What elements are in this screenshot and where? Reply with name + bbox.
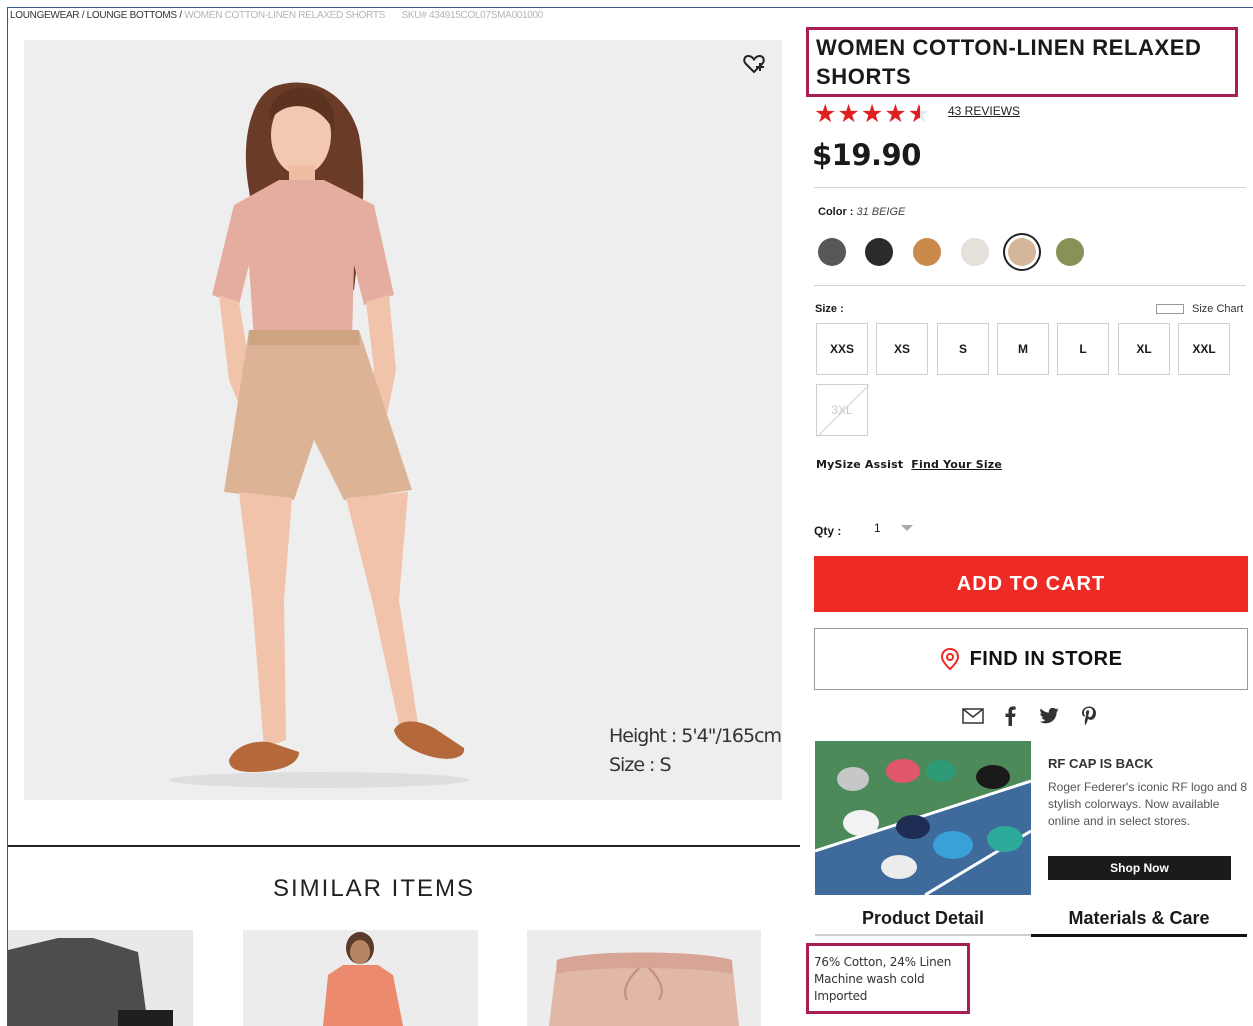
material-composition: 76% Cotton, 24% Linen <box>814 955 952 969</box>
breadcrumb-path[interactable]: LOUNGEWEAR / LOUNGE BOTTOMS / <box>10 10 182 21</box>
similar-item-2-image <box>323 932 403 1026</box>
mysize-assist: MySize Assist Find Your Size <box>816 458 1002 471</box>
size-xxl-button[interactable]: XXL <box>1178 323 1230 375</box>
color-label-text: Color : <box>818 206 854 218</box>
size-option-label: S <box>958 342 967 356</box>
model-photo <box>169 82 469 788</box>
price: $19.90 <box>812 138 921 172</box>
size-option-label: XXL <box>1192 342 1216 356</box>
divider <box>814 187 1246 188</box>
color-swatch-off-white[interactable] <box>961 238 989 266</box>
quantity-label: Qty : <box>814 524 842 538</box>
origin: Imported <box>814 989 868 1003</box>
care-instructions: Machine wash cold <box>814 972 925 986</box>
color-swatch-orange[interactable] <box>913 238 941 266</box>
similar-items-title: SIMILAR ITEMS <box>272 875 476 902</box>
location-pin-icon <box>940 647 959 671</box>
star-icon: ★ <box>860 99 884 128</box>
size-xs-button[interactable]: XS <box>876 323 928 375</box>
similar-item-3[interactable] <box>527 930 761 1026</box>
size-chart-link[interactable]: Size Chart <box>1156 303 1243 315</box>
unavailable-strike-icon <box>817 385 869 437</box>
model-height: Height : 5'4"/165cm <box>609 725 782 747</box>
tab-product-detail[interactable]: Product Detail <box>815 908 1031 936</box>
similar-item-2[interactable] <box>243 930 478 1026</box>
size-label: Size : <box>815 303 844 315</box>
shop-now-button[interactable]: Shop Now <box>1048 856 1231 880</box>
size-option-label: XXS <box>829 342 854 356</box>
color-swatch-dark-gray[interactable] <box>818 238 846 266</box>
divider <box>814 285 1246 286</box>
model-info: Height : 5'4"/165cm Size : S <box>609 722 782 780</box>
star-icon: ★ <box>884 99 907 128</box>
similar-item-1-image <box>8 938 173 1026</box>
breadcrumb-current: WOMEN COTTON-LINEN RELAXED SHORTS <box>184 10 386 21</box>
size-3xl-button: 3XL <box>816 384 869 437</box>
size-xxs-button[interactable]: XXS <box>816 323 868 375</box>
promo-image[interactable] <box>815 741 1031 895</box>
size-m-button[interactable]: M <box>997 323 1049 375</box>
quantity-select[interactable]: 1 <box>874 521 913 535</box>
model-size: Size : S <box>609 754 672 776</box>
size-l-button[interactable]: L <box>1057 323 1109 375</box>
ruler-icon <box>1156 304 1184 314</box>
sku-label: SKU# 434915COL07SMA001000 <box>401 10 544 21</box>
half-star-icon: ★ ★ <box>907 99 931 128</box>
product-image: Height : 5'4"/165cm Size : S <box>24 40 782 800</box>
color-value: 31 BEIGE <box>856 206 906 218</box>
similar-item-1[interactable] <box>8 930 193 1026</box>
pinterest-icon[interactable] <box>1078 704 1100 728</box>
size-s-button[interactable]: S <box>937 323 989 375</box>
wishlist-heart-icon[interactable] <box>742 52 766 76</box>
tab-materials-care[interactable]: Materials & Care <box>1031 908 1247 937</box>
facebook-icon[interactable] <box>1000 704 1020 728</box>
star-icon: ★ <box>814 99 837 128</box>
promo-title: RF CAP IS BACK <box>1048 756 1154 771</box>
section-divider <box>8 845 800 847</box>
size-option-label: M <box>1018 342 1028 356</box>
chevron-down-icon <box>900 525 913 531</box>
email-icon[interactable] <box>960 704 986 728</box>
rating-stars[interactable]: ★ ★ ★ ★ ★ ★ <box>814 100 931 128</box>
find-in-store-button[interactable]: FIND IN STORE <box>814 628 1248 690</box>
product-title: WOMEN COTTON-LINEN RELAXED SHORTS <box>816 35 1202 89</box>
breadcrumb: LOUNGEWEAR / LOUNGE BOTTOMS / WOMEN COTT… <box>10 10 543 21</box>
twitter-icon[interactable] <box>1038 704 1062 728</box>
add-to-cart-button[interactable]: ADD TO CART <box>814 556 1248 612</box>
promo-text: Roger Federer's iconic RF logo and 8 sty… <box>1048 780 1248 828</box>
quantity-value: 1 <box>874 521 881 535</box>
color-swatch-black[interactable] <box>865 238 893 266</box>
find-your-size-link[interactable]: Find Your Size <box>911 458 1002 471</box>
size-option-label: L <box>1079 342 1087 356</box>
color-swatch-beige[interactable] <box>1008 238 1036 266</box>
size-chart-label: Size Chart <box>1192 303 1244 315</box>
mysize-label: MySize Assist <box>816 458 904 471</box>
reviews-link[interactable]: 43 REVIEWS <box>948 104 1020 118</box>
size-xl-button[interactable]: XL <box>1118 323 1170 375</box>
star-icon: ★ <box>837 99 860 128</box>
size-option-label: XS <box>893 342 910 356</box>
size-option-label: XL <box>1136 342 1152 356</box>
color-swatch-olive[interactable] <box>1056 238 1084 266</box>
find-in-store-label: FIND IN STORE <box>969 647 1123 670</box>
color-label: Color :31 BEIGE <box>818 206 905 218</box>
similar-item-3-image <box>549 952 739 1026</box>
promo-caps-photo <box>815 741 1031 895</box>
